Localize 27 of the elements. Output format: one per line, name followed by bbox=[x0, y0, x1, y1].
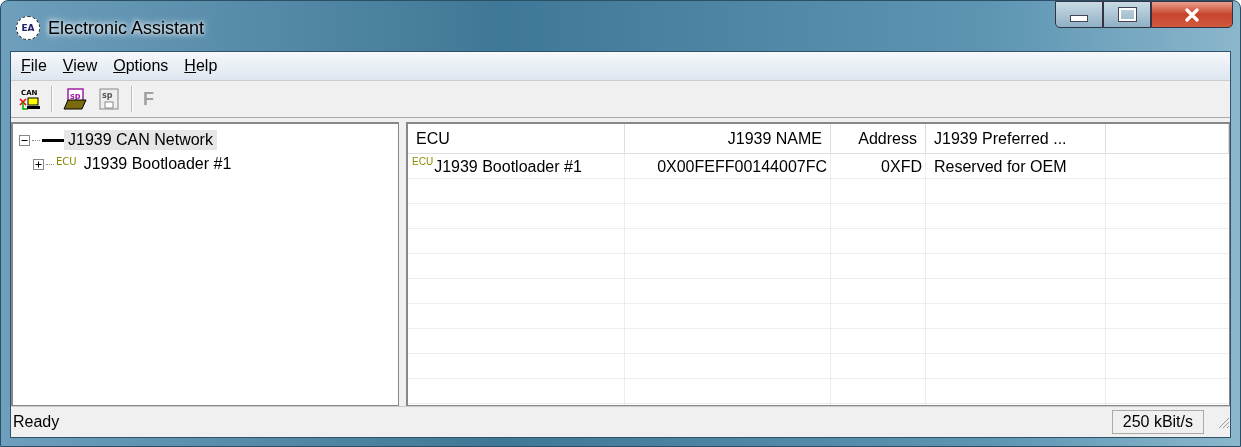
status-text: Ready bbox=[13, 413, 61, 431]
table-cell: J1939 Bootloader #1 bbox=[434, 157, 582, 176]
table-cell-text: 0XFD bbox=[880, 156, 923, 177]
minimize-button[interactable] bbox=[1055, 1, 1103, 28]
close-icon bbox=[1184, 7, 1200, 22]
table-cell-text: Reserved for OEM bbox=[933, 156, 1068, 177]
menu-item[interactable]: Help bbox=[178, 57, 224, 75]
ecu-tag: ECU bbox=[56, 156, 77, 167]
column-header[interactable]: Address bbox=[831, 124, 926, 154]
app-icon: EA bbox=[16, 16, 40, 40]
table-cell-text: 0X00FEFF00144007FC bbox=[656, 156, 828, 177]
menu-item[interactable]: File bbox=[15, 57, 53, 75]
ecu-tag: ECU bbox=[412, 156, 434, 167]
resize-grip-icon bbox=[1216, 415, 1230, 429]
column-header[interactable]: ECU bbox=[408, 124, 625, 154]
menu-item[interactable]: View bbox=[56, 57, 104, 75]
maximize-button[interactable] bbox=[1103, 1, 1151, 28]
close-button[interactable] bbox=[1151, 1, 1233, 28]
column-header[interactable]: J1939 NAME bbox=[625, 124, 831, 154]
collapse-icon[interactable] bbox=[19, 134, 30, 146]
tree-item[interactable]: J1939 CAN Network bbox=[64, 130, 217, 150]
expand-icon[interactable] bbox=[33, 158, 44, 170]
bitrate-panel: 250 kBit/s bbox=[1111, 410, 1204, 434]
menu-item[interactable]: Options bbox=[107, 57, 175, 75]
tree-item[interactable]: J1939 Bootloader #1 bbox=[79, 154, 236, 174]
column-header[interactable]: J1939 Preferred ... bbox=[926, 124, 1106, 154]
window-title: Electronic Assistant bbox=[48, 17, 205, 39]
